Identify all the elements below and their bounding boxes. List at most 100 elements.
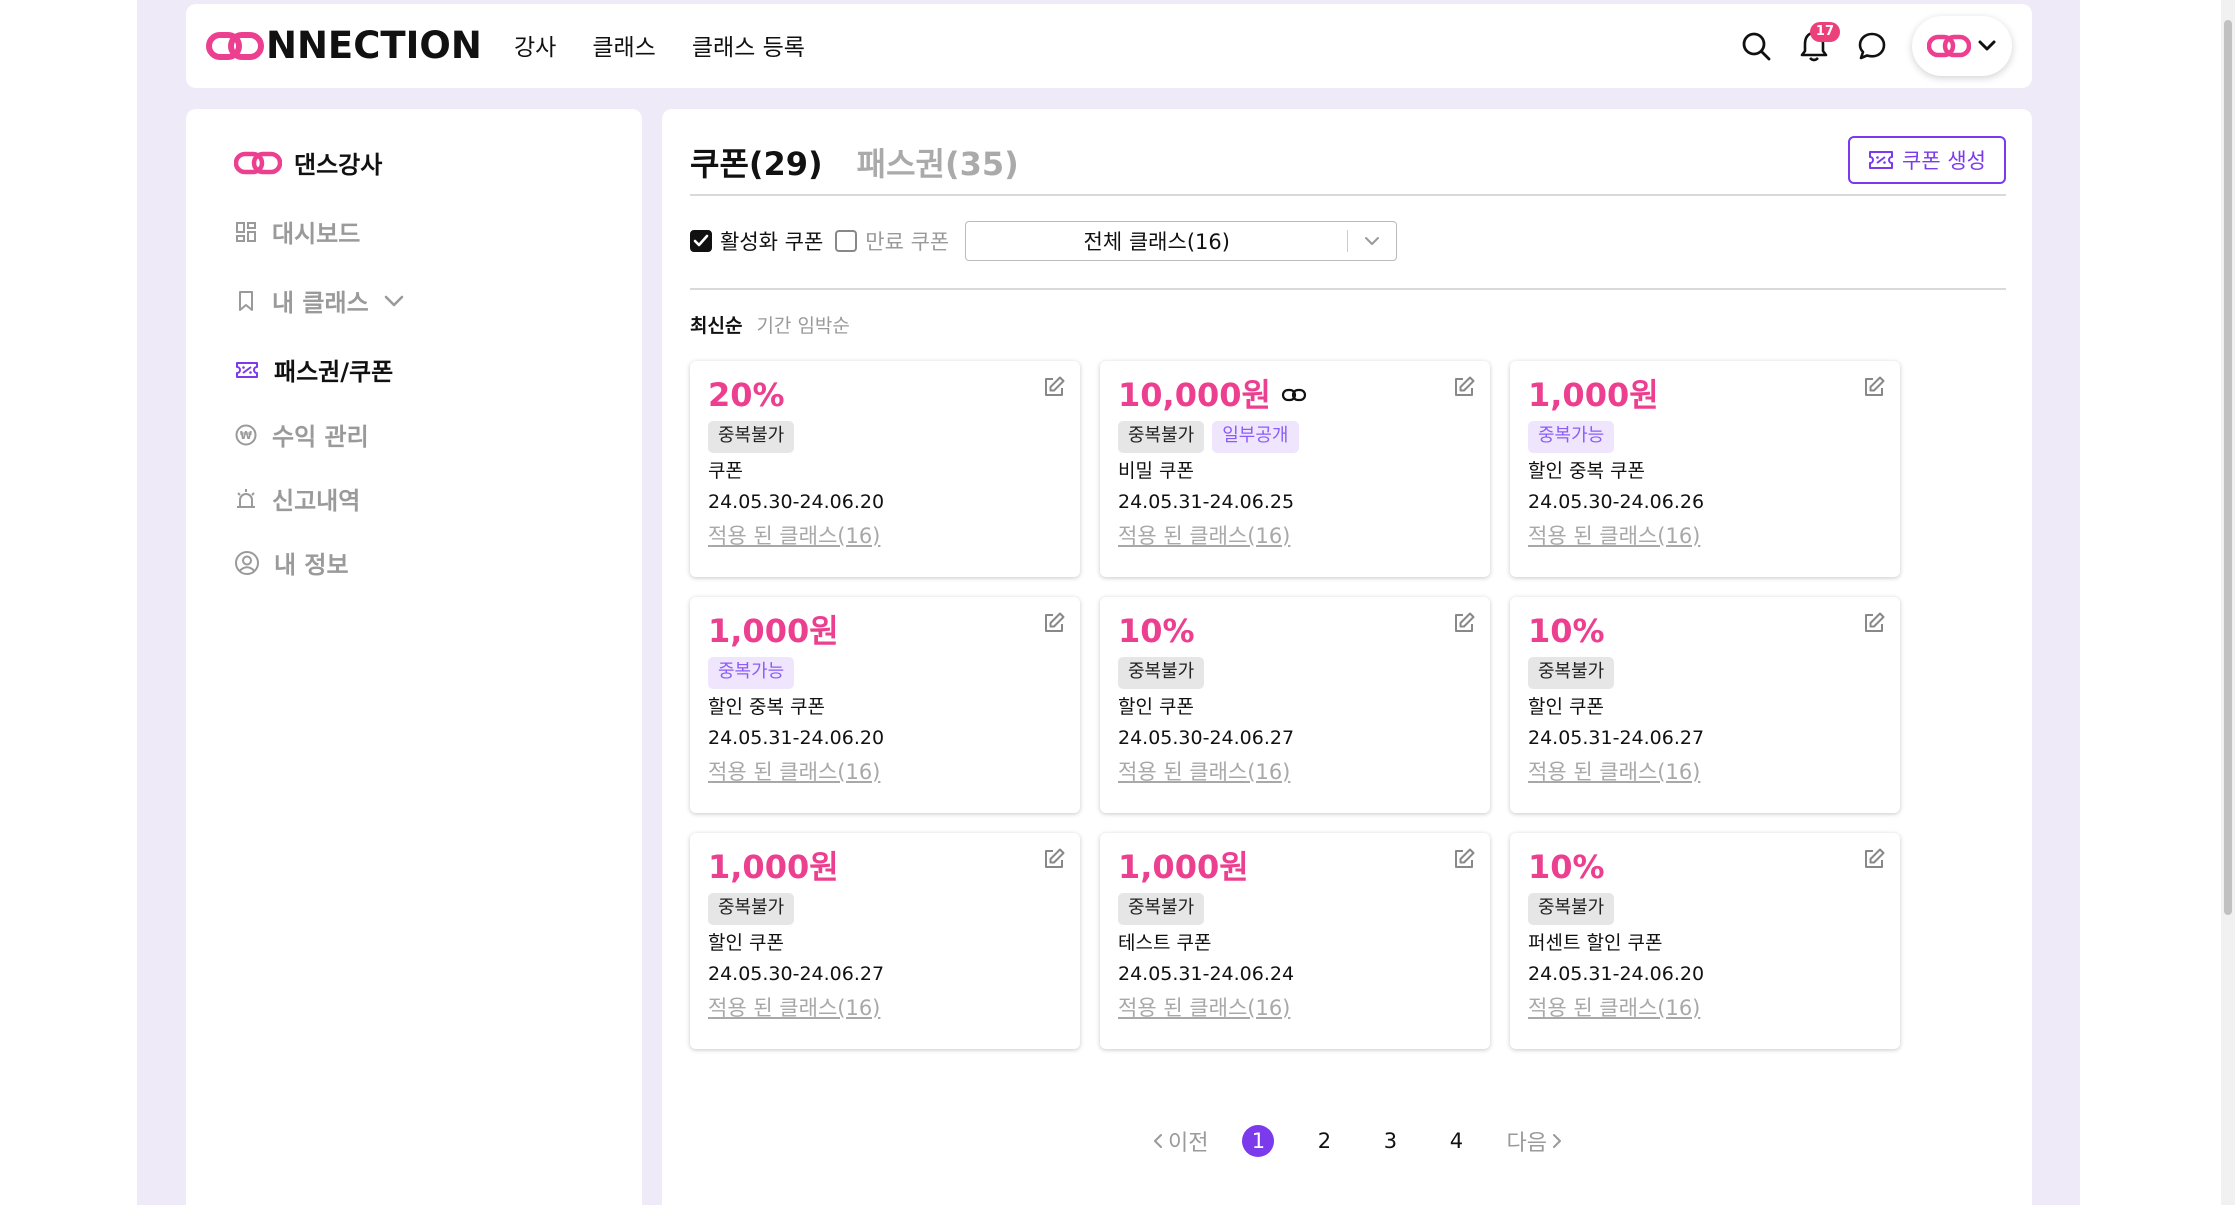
- header-actions: 17: [1738, 16, 2012, 76]
- edit-icon[interactable]: [1452, 375, 1476, 399]
- coupon-name: 할인 쿠폰: [1118, 696, 1194, 718]
- siren-icon: [237, 488, 255, 508]
- active-coupon-label[interactable]: 활성화 쿠폰: [720, 226, 823, 256]
- sidebar-item-revenue[interactable]: ₩ 수익 관리: [234, 417, 369, 452]
- coupon-card[interactable]: 20% 중복불가 쿠폰 24.05.30-24.06.20 적용 된 클래스(1…: [690, 361, 1080, 577]
- won-coin-icon: ₩: [235, 424, 257, 445]
- sidebar: 댄스강사 대시보드 내 클래스 패스권/쿠폰 ₩ 수익 관리 신고내역 내 정보: [186, 109, 642, 1205]
- applied-classes-link[interactable]: 적용 된 클래스(16): [1118, 991, 1472, 1025]
- nav-instructor[interactable]: 강사: [514, 28, 556, 62]
- profile-logo-icon: [1927, 34, 1971, 58]
- tab-pass[interactable]: 패스권(35): [857, 139, 1019, 185]
- coupon-name: 할인 중복 쿠폰: [708, 696, 825, 718]
- logo[interactable]: NNECTION: [206, 24, 482, 68]
- sort-options: 최신순 기간 임박순: [690, 311, 850, 338]
- edit-icon[interactable]: [1042, 375, 1066, 399]
- coupon-card[interactable]: 1,000원 중복가능 할인 중복 쿠폰 24.05.31-24.06.20 적…: [690, 597, 1080, 813]
- applied-classes-link[interactable]: 적용 된 클래스(16): [708, 755, 1062, 789]
- search-icon[interactable]: [1738, 28, 1774, 64]
- coupon-amount-row: 1,000원: [708, 611, 1062, 651]
- create-coupon-button[interactable]: 쿠폰 생성: [1848, 136, 2006, 184]
- coupon-period: 24.05.31-24.06.20: [708, 727, 885, 749]
- coupon-period: 24.05.31-24.06.20: [1528, 963, 1705, 985]
- sidebar-item-label: 내 정보: [274, 551, 349, 579]
- coupon-amount: 10%: [1118, 612, 1195, 650]
- link-icon: [1281, 388, 1307, 402]
- coupon-amount-row: 10%: [1118, 611, 1472, 651]
- page-3[interactable]: 3: [1374, 1125, 1406, 1157]
- scrollbar-thumb[interactable]: [2224, 20, 2232, 915]
- pagination-next[interactable]: 다음: [1506, 1125, 1562, 1157]
- coupon-card[interactable]: 10% 중복불가 퍼센트 할인 쿠폰 24.05.31-24.06.20 적용 …: [1510, 833, 1900, 1049]
- edit-icon[interactable]: [1862, 847, 1886, 871]
- chevron-down-icon[interactable]: [383, 294, 405, 308]
- coupon-tags: 중복불가: [1528, 893, 1882, 925]
- nav-class[interactable]: 클래스: [592, 28, 655, 62]
- sidebar-item-dashboard[interactable]: 대시보드: [234, 214, 360, 249]
- edit-icon[interactable]: [1862, 611, 1886, 635]
- coupon-name: 할인 쿠폰: [1528, 696, 1604, 718]
- coupon-card[interactable]: 1,000원 중복불가 할인 쿠폰 24.05.30-24.06.27 적용 된…: [690, 833, 1080, 1049]
- tab-coupon[interactable]: 쿠폰(29): [690, 139, 823, 185]
- nav-class-register[interactable]: 클래스 등록: [692, 28, 805, 62]
- edit-icon[interactable]: [1042, 847, 1066, 871]
- applied-classes-link[interactable]: 적용 된 클래스(16): [708, 519, 1062, 553]
- coupon-card[interactable]: 1,000원 중복불가 테스트 쿠폰 24.05.31-24.06.24 적용 …: [1100, 833, 1490, 1049]
- scrollbar[interactable]: [2221, 0, 2235, 1205]
- sort-latest[interactable]: 최신순: [690, 311, 742, 338]
- edit-icon[interactable]: [1452, 611, 1476, 635]
- page-1[interactable]: 1: [1242, 1125, 1275, 1157]
- expired-coupon-label[interactable]: 만료 쿠폰: [865, 226, 949, 256]
- page-4[interactable]: 4: [1440, 1125, 1472, 1157]
- coupon-name: 할인 중복 쿠폰: [1528, 460, 1645, 482]
- divider: [690, 288, 2006, 290]
- profile-menu-button[interactable]: [1912, 16, 2012, 76]
- pagination-prev[interactable]: 이전: [1152, 1125, 1208, 1157]
- applied-classes-link[interactable]: 적용 된 클래스(16): [1118, 519, 1472, 553]
- bookmark-icon: [239, 290, 253, 311]
- applied-classes-link[interactable]: 적용 된 클래스(16): [1528, 755, 1882, 789]
- class-select[interactable]: 전체 클래스(16): [965, 221, 1398, 261]
- active-coupon-checkbox[interactable]: [690, 230, 712, 252]
- applied-classes-link[interactable]: 적용 된 클래스(16): [1118, 755, 1472, 789]
- sidebar-item-label: 내 클래스: [272, 289, 369, 317]
- coupon-tag: 중복불가: [1528, 657, 1615, 689]
- coupon-card[interactable]: 1,000원 중복가능 할인 중복 쿠폰 24.05.30-24.06.26 적…: [1510, 361, 1900, 577]
- sidebar-item-label: 신고내역: [272, 487, 361, 515]
- pagination-next-label: 다음: [1506, 1131, 1547, 1156]
- class-select-value: 전체 클래스(16): [1083, 230, 1230, 254]
- coupon-amount-row: 1,000원: [708, 847, 1062, 887]
- sidebar-item-label: 대시보드: [272, 220, 361, 248]
- coupon-card[interactable]: 10,000원 중복불가 일부공개 비밀 쿠폰 24.05.31-24.06.25…: [1100, 361, 1490, 577]
- coupon-tags: 중복불가: [708, 893, 1062, 925]
- filter-bar: 활성화 쿠폰 만료 쿠폰 전체 클래스(16): [690, 221, 1398, 261]
- expired-coupon-checkbox[interactable]: [835, 230, 858, 252]
- page-2[interactable]: 2: [1308, 1125, 1340, 1157]
- coupon-amount: 1,000원: [1528, 376, 1659, 414]
- edit-icon[interactable]: [1862, 375, 1886, 399]
- sidebar-item-my-class[interactable]: 내 클래스: [234, 283, 405, 318]
- coupon-card[interactable]: 10% 중복불가 할인 쿠폰 24.05.30-24.06.27 적용 된 클래…: [1100, 597, 1490, 813]
- coupon-tag: 중복불가: [1118, 657, 1205, 689]
- coupon-amount: 1,000원: [1118, 848, 1249, 886]
- edit-icon[interactable]: [1042, 611, 1066, 635]
- coupon-tags: 중복불가: [708, 421, 1062, 453]
- sidebar-item-pass-coupon[interactable]: 패스권/쿠폰: [234, 352, 393, 387]
- coupon-card[interactable]: 10% 중복불가 할인 쿠폰 24.05.31-24.06.27 적용 된 클래…: [1510, 597, 1900, 813]
- sidebar-item-reports[interactable]: 신고내역: [234, 481, 360, 516]
- coupon-grid: 20% 중복불가 쿠폰 24.05.30-24.06.20 적용 된 클래스(1…: [690, 361, 1900, 1049]
- coupon-amount-row: 10%: [1528, 611, 1882, 651]
- sidebar-item-my-info[interactable]: 내 정보: [234, 545, 349, 580]
- bell-icon[interactable]: 17: [1796, 22, 1840, 64]
- pagination-prev-label: 이전: [1168, 1131, 1209, 1156]
- applied-classes-link[interactable]: 적용 된 클래스(16): [1528, 991, 1882, 1025]
- applied-classes-link[interactable]: 적용 된 클래스(16): [708, 991, 1062, 1025]
- sort-expiring[interactable]: 기간 임박순: [756, 311, 849, 338]
- coupon-tags: 중복불가 일부공개: [1118, 421, 1472, 453]
- coupon-period: 24.05.30-24.06.27: [708, 963, 885, 985]
- chat-icon[interactable]: [1854, 28, 1890, 64]
- sidebar-item-label: 수익 관리: [272, 423, 369, 451]
- coupon-tags: 중복불가: [1118, 893, 1472, 925]
- applied-classes-link[interactable]: 적용 된 클래스(16): [1528, 519, 1882, 553]
- edit-icon[interactable]: [1452, 847, 1476, 871]
